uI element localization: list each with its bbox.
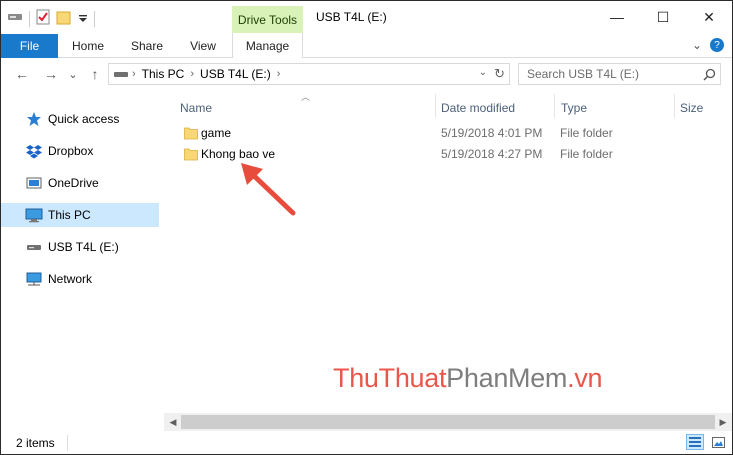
large-icons-view-button[interactable]: [709, 434, 727, 450]
column-header-date[interactable]: Date modified: [441, 98, 515, 118]
large-icons-view-icon: [711, 436, 725, 448]
details-view-icon: [689, 437, 701, 447]
scroll-right-icon[interactable]: ▶: [715, 415, 731, 429]
breadcrumb-this-pc[interactable]: This PC: [142, 67, 185, 81]
tab-view[interactable]: View: [181, 34, 225, 58]
item-count: 2 items: [16, 436, 55, 450]
dropbox-icon: [25, 143, 43, 159]
refresh-icon[interactable]: ↻: [494, 66, 505, 82]
ribbon-controls: ⌄ ?: [692, 38, 724, 52]
properties-icon[interactable]: [36, 9, 50, 28]
qat-separator: [94, 10, 95, 27]
sidebar-item-usb-drive[interactable]: USB T4L (E:): [1, 235, 159, 259]
qat-separator: [29, 10, 30, 27]
expand-ribbon-icon[interactable]: ⌄: [692, 38, 702, 52]
annotation-arrow-icon: [241, 163, 296, 216]
breadcrumb-separator: ›: [132, 68, 136, 80]
title-bar: Drive Tools USB T4L (E:) — ☐ ✕: [1, 1, 732, 34]
navigation-pane: Quick access Dropbox OneDrive This PC US…: [1, 90, 161, 431]
column-divider[interactable]: [435, 94, 436, 118]
folder-icon: [184, 147, 198, 164]
window-title: USB T4L (E:): [316, 10, 387, 24]
address-dropdown-icon[interactable]: ⌄: [479, 67, 487, 78]
breadcrumb-separator[interactable]: ›: [190, 68, 194, 80]
navigation-row: ← → ⌄ ↑ › This PC › USB T4L (E:) › ⌄ ↻ S…: [1, 59, 732, 90]
help-icon[interactable]: ?: [710, 38, 724, 52]
column-divider[interactable]: [554, 94, 555, 118]
new-folder-icon[interactable]: [56, 9, 72, 28]
recent-locations-button[interactable]: ⌄: [63, 64, 83, 84]
ribbon-tabs: File Home Share View Manage ⌄ ?: [1, 33, 732, 58]
sort-ascending-icon: ︿: [301, 92, 311, 102]
folder-icon: [184, 126, 198, 143]
network-icon: [25, 271, 43, 287]
sidebar-item-label: Dropbox: [48, 144, 94, 158]
breadcrumb-usb-drive[interactable]: USB T4L (E:): [200, 67, 271, 81]
search-icon[interactable]: [698, 68, 720, 81]
quick-access-toolbar: [7, 9, 95, 28]
sidebar-item-quick-access[interactable]: Quick access: [1, 107, 159, 131]
file-type: File folder: [560, 126, 613, 140]
watermark-logo: ThuThuatPhanMem.vn: [333, 363, 603, 394]
sidebar-item-onedrive[interactable]: OneDrive: [1, 171, 159, 195]
details-view-button[interactable]: [686, 434, 704, 450]
status-separator: [67, 435, 68, 451]
breadcrumb-separator[interactable]: ›: [277, 68, 281, 80]
usb-drive-icon: [25, 239, 43, 255]
drive-icon: [114, 69, 128, 79]
drive-icon[interactable]: [7, 11, 23, 26]
file-date: 5/19/2018 4:27 PM: [441, 147, 543, 161]
customize-qat-icon[interactable]: [78, 12, 88, 26]
address-bar[interactable]: › This PC › USB T4L (E:) › ⌄ ↻: [108, 63, 510, 85]
close-button[interactable]: ✕: [686, 1, 732, 33]
star-icon: [25, 111, 43, 127]
file-type: File folder: [560, 147, 613, 161]
status-bar: 2 items: [1, 431, 732, 454]
column-divider[interactable]: [674, 94, 675, 118]
sidebar-item-this-pc[interactable]: This PC: [1, 203, 159, 227]
column-header-type[interactable]: Type: [561, 98, 587, 118]
up-button[interactable]: ↑: [85, 64, 105, 84]
tab-manage[interactable]: Manage: [232, 33, 303, 58]
sidebar-item-label: This PC: [48, 208, 91, 222]
sidebar-item-label: OneDrive: [48, 176, 99, 190]
scroll-left-icon[interactable]: ◀: [165, 415, 181, 429]
sidebar-item-dropbox[interactable]: Dropbox: [1, 139, 159, 163]
file-name: game: [201, 126, 232, 140]
forward-button[interactable]: →: [41, 64, 61, 84]
column-header-name[interactable]: Name: [180, 98, 212, 118]
minimize-button[interactable]: —: [594, 1, 640, 33]
cloud-icon: [25, 175, 43, 191]
search-placeholder: Search USB T4L (E:): [527, 67, 640, 81]
table-row[interactable]: game 5/19/2018 4:01 PM File folder: [177, 123, 697, 144]
computer-icon: [25, 207, 43, 223]
sidebar-item-network[interactable]: Network: [1, 267, 159, 291]
file-name: Khong bao ve: [201, 147, 276, 161]
search-input[interactable]: Search USB T4L (E:): [518, 63, 721, 85]
tab-share[interactable]: Share: [124, 34, 170, 58]
tab-home[interactable]: Home: [64, 34, 112, 58]
explorer-window: Drive Tools USB T4L (E:) — ☐ ✕ File Home…: [0, 0, 733, 455]
watermark-part: .vn: [567, 363, 603, 393]
back-button[interactable]: ←: [12, 64, 32, 84]
sidebar-item-label: Network: [48, 272, 93, 286]
sidebar-item-label: Quick access: [48, 112, 120, 126]
sidebar-item-label: USB T4L (E:): [48, 240, 119, 254]
horizontal-scrollbar[interactable]: ◀ ▶: [164, 413, 732, 431]
watermark-part: PhanMem: [446, 363, 568, 393]
drive-tools-context-tab: Drive Tools: [232, 6, 303, 34]
file-date: 5/19/2018 4:01 PM: [441, 126, 543, 140]
scrollbar-thumb[interactable]: [181, 415, 715, 429]
maximize-button[interactable]: ☐: [640, 1, 686, 33]
tab-file[interactable]: File: [1, 34, 58, 58]
watermark-part: ThuThuat: [333, 363, 447, 393]
column-header-size[interactable]: Size: [680, 98, 703, 118]
